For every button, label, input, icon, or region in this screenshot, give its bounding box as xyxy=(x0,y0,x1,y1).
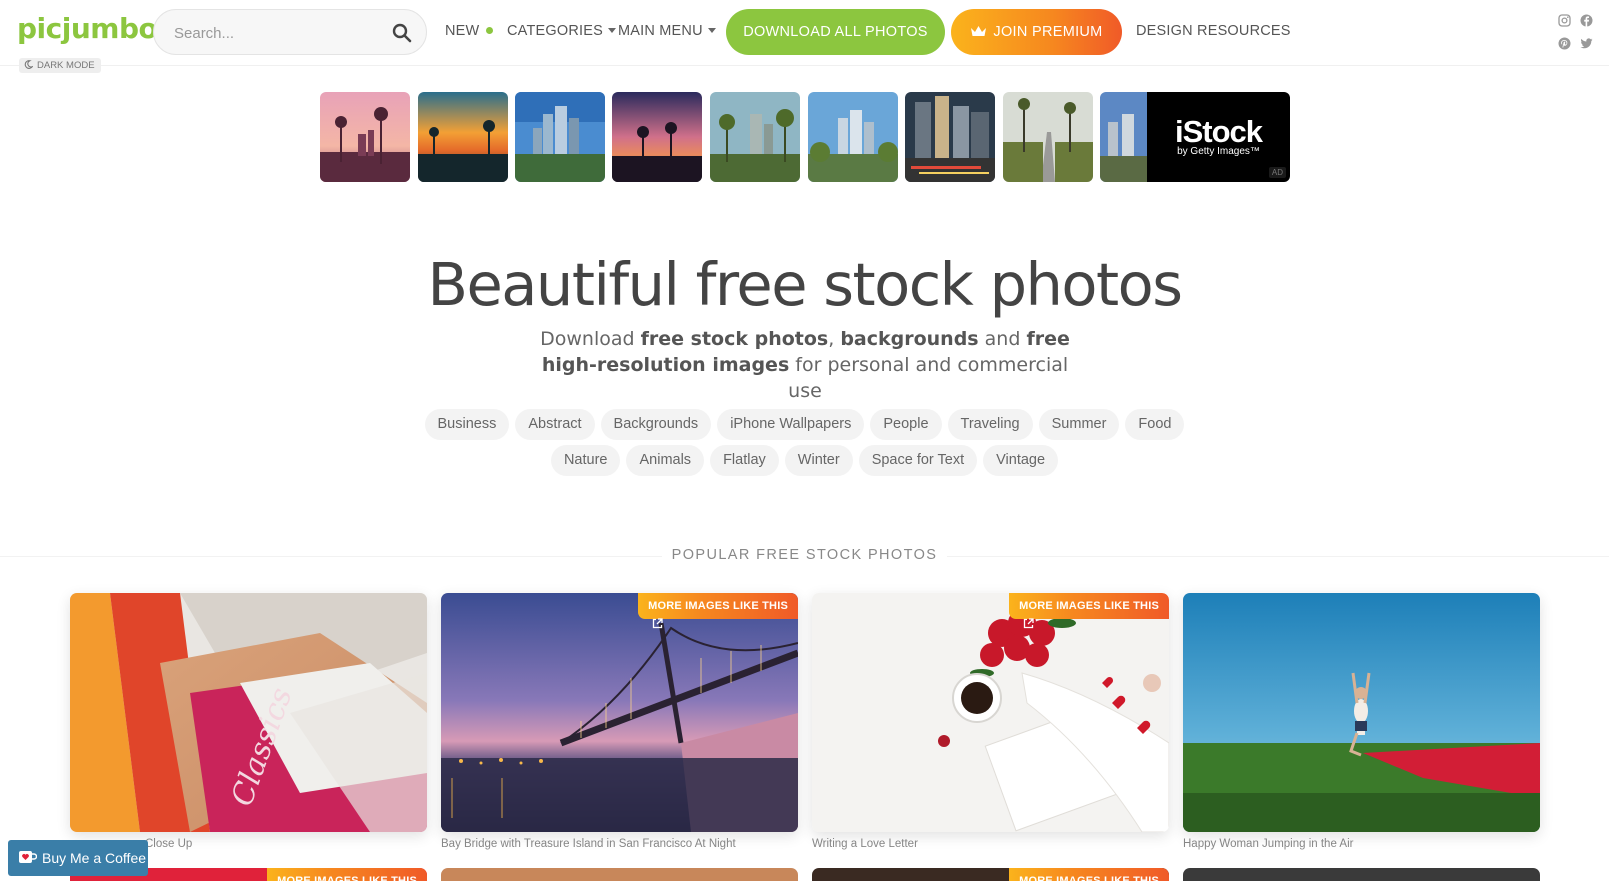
ad-thumbnail[interactable] xyxy=(515,92,605,182)
photo-image[interactable] xyxy=(1183,593,1540,832)
external-link-icon xyxy=(1023,618,1034,629)
ad-thumbnail[interactable] xyxy=(418,92,508,182)
section-title: POPULAR FREE STOCK PHOTOS xyxy=(0,547,1609,563)
photo-image[interactable]: MORE IMAGES LIKE THIS xyxy=(812,593,1169,832)
category-tags-row-2: Nature Animals Flatlay Winter Space for … xyxy=(0,445,1609,476)
photo-image[interactable]: MORE IMAGES LIKE THIS xyxy=(441,593,798,832)
photo-caption[interactable]: Writing a Love Letter xyxy=(812,838,1169,850)
tag-people[interactable]: People xyxy=(870,409,942,440)
photo-card[interactable]: Happy Woman Jumping in the Air xyxy=(1183,593,1540,850)
join-premium-button[interactable]: JOIN PREMIUM xyxy=(951,9,1122,55)
join-premium-label: JOIN PREMIUM xyxy=(993,24,1103,40)
photo-card[interactable] xyxy=(1183,868,1540,881)
chevron-down-icon xyxy=(707,27,716,33)
page-title: Beautiful free stock photos xyxy=(427,250,1183,319)
nav-categories-label: CATEGORIES xyxy=(507,23,603,39)
search-input[interactable] xyxy=(174,22,374,44)
pinterest-icon[interactable] xyxy=(1558,37,1571,50)
more-images-badge[interactable]: MORE IMAGES LIKE THIS xyxy=(267,868,427,881)
dark-mode-label: DARK MODE xyxy=(37,60,95,71)
tag-space-for-text[interactable]: Space for Text xyxy=(858,445,978,476)
tag-business[interactable]: Business xyxy=(424,409,510,440)
ad-thumbnail[interactable] xyxy=(612,92,702,182)
more-images-badge[interactable]: MORE IMAGES LIKE THIS xyxy=(638,593,798,629)
photo-card[interactable]: MORE IMAGES LIKE THIS Bay Bridge with Tr… xyxy=(441,593,798,850)
page-subtitle: Download free stock photos, backgrounds … xyxy=(530,326,1080,404)
more-images-label: MORE IMAGES LIKE THIS xyxy=(277,875,417,881)
nav-new[interactable]: NEW xyxy=(445,23,494,39)
search-box xyxy=(153,9,427,55)
nav-categories[interactable]: CATEGORIES xyxy=(507,23,616,39)
photo-card[interactable]: Classics Close Up xyxy=(70,593,427,850)
subtitle-text: and xyxy=(978,328,1027,350)
bmc-label: Buy Me a Coffee xyxy=(42,850,147,866)
chevron-down-icon xyxy=(608,27,616,33)
photo-card[interactable]: MORE IMAGES LIKE THIS xyxy=(812,868,1169,881)
tag-backgrounds[interactable]: Backgrounds xyxy=(600,409,712,440)
tag-winter[interactable]: Winter xyxy=(784,445,853,476)
more-images-badge[interactable]: MORE IMAGES LIKE THIS xyxy=(1009,593,1169,629)
search-icon[interactable] xyxy=(392,23,412,43)
ad-thumbnail[interactable] xyxy=(710,92,800,182)
nav-main-menu[interactable]: MAIN MENU xyxy=(618,23,716,39)
subtitle-text: Download xyxy=(540,328,641,350)
tag-animals[interactable]: Animals xyxy=(626,445,705,476)
more-images-label: MORE IMAGES LIKE THIS xyxy=(1019,600,1159,612)
nav-main-menu-label: MAIN MENU xyxy=(618,23,703,39)
twitter-icon[interactable] xyxy=(1580,37,1593,50)
tag-flatlay[interactable]: Flatlay xyxy=(710,445,779,476)
site-header: picjumbo NEW CATEGORIES MAIN MENU DOWNLO… xyxy=(0,0,1609,66)
istock-logo: iStock xyxy=(1174,114,1263,149)
photo-card[interactable] xyxy=(441,868,798,881)
buy-me-a-coffee-button[interactable]: Buy Me a Coffee xyxy=(8,840,148,876)
tag-nature[interactable]: Nature xyxy=(550,445,621,476)
photo-image[interactable]: Classics xyxy=(70,593,427,832)
ad-badge: AD xyxy=(1268,167,1286,178)
download-all-button[interactable]: DOWNLOAD ALL PHOTOS xyxy=(726,9,945,55)
istock-ad[interactable]: iStock by Getty Images™ AD xyxy=(1147,92,1290,182)
tag-traveling[interactable]: Traveling xyxy=(947,409,1033,440)
tag-summer[interactable]: Summer xyxy=(1038,409,1120,440)
subtitle-text: for personal and commercial use xyxy=(788,354,1069,402)
more-images-label: MORE IMAGES LIKE THIS xyxy=(648,600,788,612)
coffee-cup-icon xyxy=(19,851,37,863)
section-title-text: POPULAR FREE STOCK PHOTOS xyxy=(661,547,948,563)
ad-thumbnail[interactable] xyxy=(905,92,995,182)
nav-new-label: NEW xyxy=(445,23,480,39)
external-link-icon xyxy=(652,618,663,629)
istock-ad-strip[interactable]: iStock by Getty Images™ AD xyxy=(320,92,1290,182)
more-images-label: MORE IMAGES LIKE THIS xyxy=(1019,875,1159,881)
ad-thumbnail[interactable] xyxy=(1003,92,1093,182)
subtitle-bold: backgrounds xyxy=(840,328,979,350)
moon-icon xyxy=(24,60,33,69)
ad-thumbnail[interactable] xyxy=(320,92,410,182)
site-logo[interactable]: picjumbo xyxy=(17,12,158,45)
photo-caption[interactable]: Happy Woman Jumping in the Air xyxy=(1183,838,1540,850)
subtitle-bold: free stock photos xyxy=(640,328,829,350)
crown-icon xyxy=(971,25,987,36)
tag-iphone-wallpapers[interactable]: iPhone Wallpapers xyxy=(717,409,865,440)
subtitle-text: , xyxy=(828,328,841,350)
facebook-icon[interactable] xyxy=(1580,14,1593,27)
istock-tagline: by Getty Images™ xyxy=(1177,146,1260,157)
photo-caption[interactable]: Bay Bridge with Treasure Island in San F… xyxy=(441,838,798,850)
instagram-icon[interactable] xyxy=(1558,14,1571,27)
more-images-badge[interactable]: MORE IMAGES LIKE THIS xyxy=(1009,868,1169,881)
tag-food[interactable]: Food xyxy=(1125,409,1185,440)
tag-vintage[interactable]: Vintage xyxy=(983,445,1059,476)
tag-abstract[interactable]: Abstract xyxy=(515,409,595,440)
category-tags-row-1: Business Abstract Backgrounds iPhone Wal… xyxy=(0,409,1609,440)
new-indicator-dot xyxy=(486,26,494,34)
photo-card[interactable]: MORE IMAGES LIKE THIS Writing a Love Let… xyxy=(812,593,1169,850)
ad-thumbnail[interactable] xyxy=(808,92,898,182)
dark-mode-toggle[interactable]: DARK MODE xyxy=(19,58,101,73)
nav-design-resources[interactable]: DESIGN RESOURCES xyxy=(1136,23,1291,39)
